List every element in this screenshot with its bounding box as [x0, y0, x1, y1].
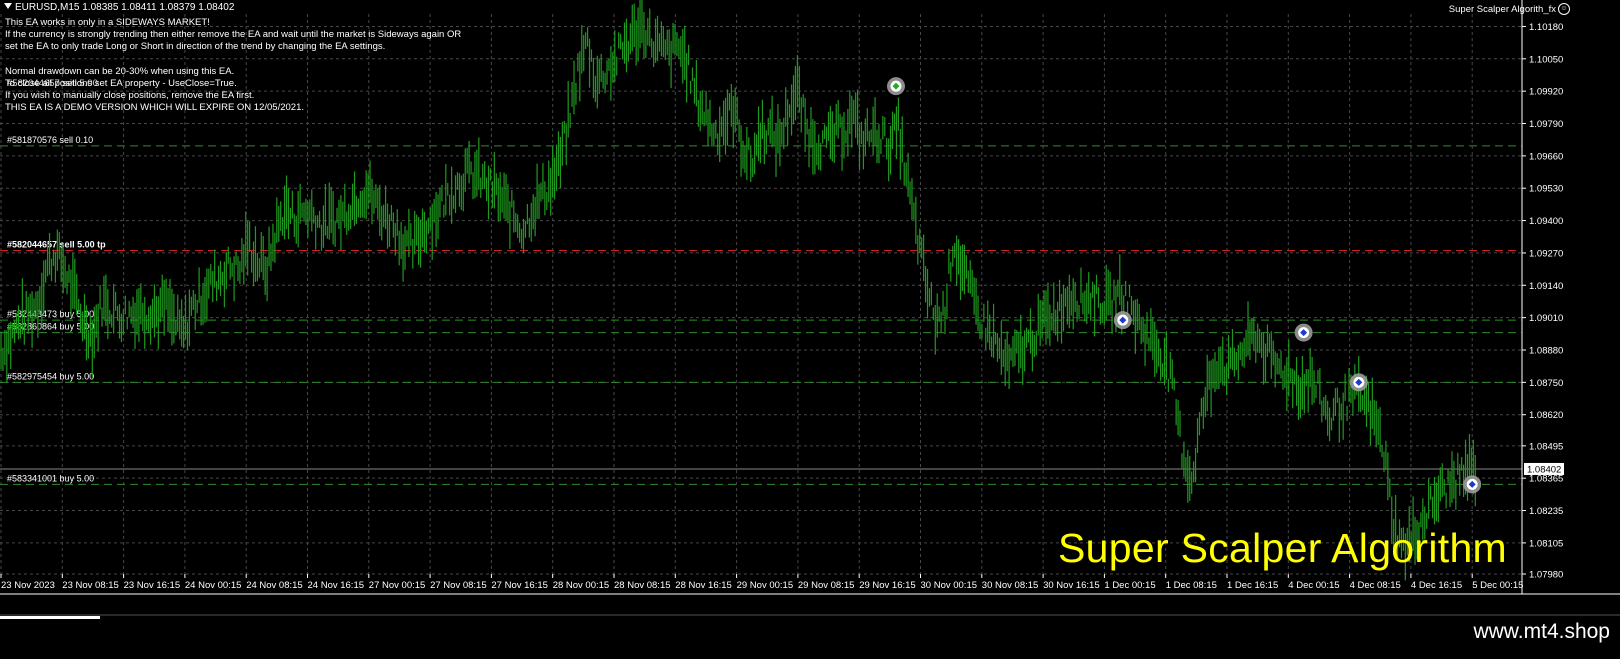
smiley-icon[interactable]: ☺	[1558, 3, 1570, 15]
symbol-quote-text: EURUSD,M15 1.08385 1.08411 1.08379 1.084…	[15, 2, 235, 13]
y-axis-tick-label: 1.08495	[1529, 441, 1563, 452]
y-axis-tick-label: 1.09530	[1529, 184, 1563, 195]
x-axis-tick-label: 27 Nov 00:15	[369, 580, 426, 591]
y-axis-tick-label: 1.08235	[1529, 506, 1563, 517]
x-axis-tick-label: 5 Dec 00:15	[1472, 580, 1523, 591]
watermark-title: Super Scalper Algorithm	[1058, 525, 1508, 571]
y-axis-tick-label: 1.09660	[1529, 151, 1563, 162]
ea-comment-line: Normal drawdown can be 20-30% when using…	[5, 65, 235, 77]
y-axis-tick-label: 1.09920	[1529, 87, 1563, 98]
x-axis-tick-label: 27 Nov 08:15	[430, 580, 487, 591]
ea-comment-line: To close all positions set EA property -…	[5, 78, 461, 90]
ea-comment-line: This EA works in only in a SIDEWAYS MARK…	[5, 17, 210, 28]
x-axis-tick-label: 23 Nov 2023	[1, 580, 55, 591]
x-axis-tick-label: 28 Nov 00:15	[553, 580, 610, 591]
chart-symbol-header: EURUSD,M15 1.08385 1.08411 1.08379 1.084…	[4, 2, 234, 13]
ea-comment-line: If you wish to manually close positions,…	[5, 90, 255, 102]
y-axis-tick-label: 1.10050	[1529, 54, 1563, 65]
x-axis-tick-label: 1 Dec 16:15	[1227, 580, 1278, 591]
ea-comment-line: THIS EA IS A DEMO VERSION WHICH WILL EXP…	[5, 102, 304, 114]
x-axis-tick-label: 30 Nov 00:15	[921, 580, 978, 591]
x-axis-tick-label: 4 Dec 08:15	[1350, 580, 1401, 591]
y-axis-tick-label: 1.09140	[1529, 281, 1563, 292]
y-axis-tick-label: 1.10180	[1529, 22, 1563, 33]
y-axis-tick-label: 1.08880	[1529, 346, 1563, 357]
x-axis-tick-label: 1 Dec 08:15	[1166, 580, 1217, 591]
y-axis-tick-label: 1.08105	[1529, 538, 1563, 549]
order-line-label: #581870576 sell 0.10	[7, 135, 93, 145]
x-axis-tick-label: 24 Nov 16:15	[308, 580, 365, 591]
y-axis-tick-label: 1.09010	[1529, 313, 1563, 324]
order-line-label: #582044657 sell 5.00 tp	[7, 239, 106, 249]
x-axis-tick-label: 29 Nov 00:15	[737, 580, 794, 591]
x-axis-tick-label: 24 Nov 08:15	[246, 580, 303, 591]
x-axis-tick-label: 4 Dec 16:15	[1411, 580, 1462, 591]
x-axis-tick-label: 30 Nov 16:15	[1043, 580, 1100, 591]
x-axis-tick-label: 24 Nov 00:15	[185, 580, 242, 591]
order-line-label: #582975454 buy 5.00	[7, 371, 94, 381]
x-axis-tick-label: 28 Nov 08:15	[614, 580, 671, 591]
y-axis-tick-label: 1.09270	[1529, 248, 1563, 259]
x-axis-tick-label: 28 Nov 16:15	[675, 580, 732, 591]
y-axis-tick-label: 1.09400	[1529, 216, 1563, 227]
y-axis-tick-label: 1.07980	[1529, 570, 1563, 581]
ea-name-text: Super Scalper Algorith_fx	[1448, 3, 1556, 15]
chart-scrollbar[interactable]	[0, 616, 100, 619]
x-axis-tick-label: 27 Nov 16:15	[491, 580, 548, 591]
x-axis-tick-label: 29 Nov 08:15	[798, 580, 855, 591]
ea-comment-block: This EA works in only in a SIDEWAYS MARK…	[5, 17, 461, 115]
y-axis-tick-label: 1.09790	[1529, 119, 1563, 130]
x-axis-tick-label: 1 Dec 00:15	[1104, 580, 1155, 591]
ea-comment-line: set the EA to only trade Long or Short i…	[5, 41, 386, 53]
current-price-label: 1.08402	[1527, 464, 1561, 475]
x-axis-tick-label: 23 Nov 08:15	[62, 580, 119, 591]
x-axis-tick-label: 30 Nov 08:15	[982, 580, 1039, 591]
expert-advisor-label[interactable]: Super Scalper Algorith_fx ☺	[1449, 3, 1570, 15]
overlapping-order-label: #582044657 sell 5.00	[7, 77, 98, 89]
x-axis-tick-label: 4 Dec 00:15	[1288, 580, 1339, 591]
ea-comment-line: If the currency is strongly trending the…	[5, 29, 462, 41]
dropdown-triangle-icon[interactable]	[4, 3, 12, 9]
x-axis-tick-label: 29 Nov 16:15	[859, 580, 916, 591]
y-axis-tick-label: 1.08750	[1529, 378, 1563, 389]
order-line-label: #583341001 buy 5.00	[7, 473, 94, 483]
y-axis-tick-label: 1.08620	[1529, 410, 1563, 421]
ea-comment-line	[5, 54, 461, 66]
x-axis-tick-label: 23 Nov 16:15	[124, 580, 181, 591]
site-url: www.mt4.shop	[1473, 620, 1610, 643]
